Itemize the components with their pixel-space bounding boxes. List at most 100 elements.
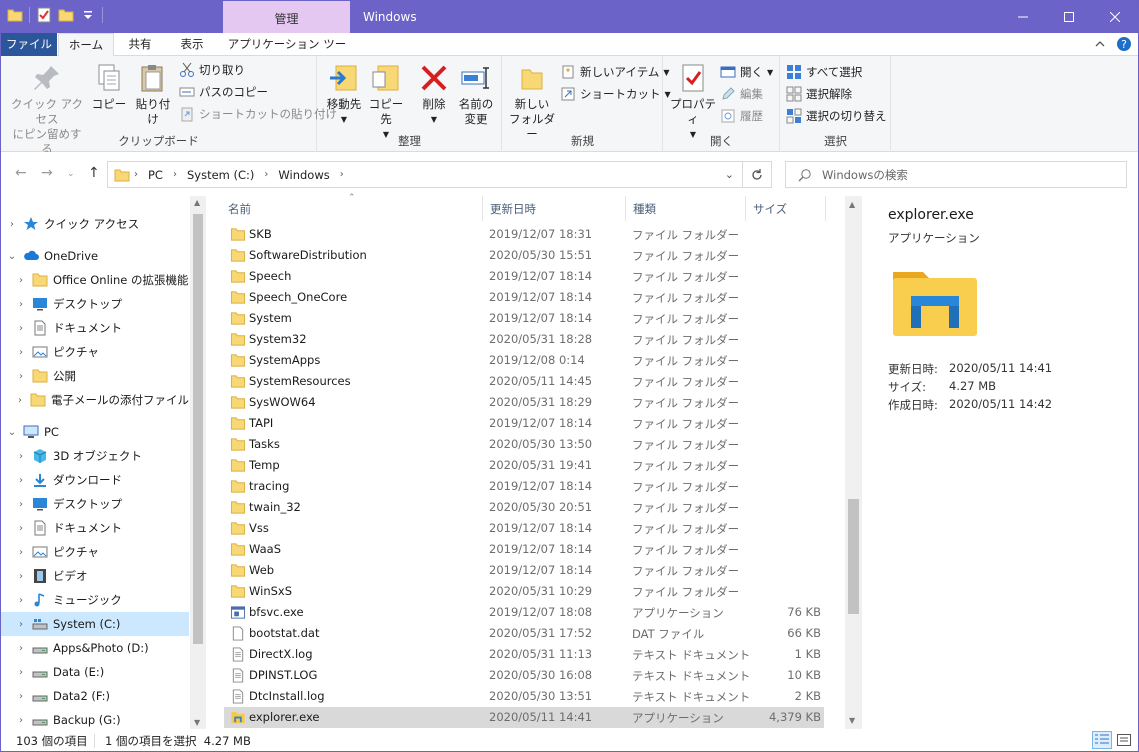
nav-item[interactable]: › Apps&Photo (D:) <box>1 636 189 660</box>
copy-to-button[interactable]: コピー先 ▼ <box>364 60 408 142</box>
file-row[interactable]: Speech 2019/12/07 18:14 ファイル フォルダー <box>224 266 824 287</box>
collapse-ribbon-icon[interactable] <box>1094 38 1106 50</box>
breadcrumb-windows[interactable]: Windows <box>272 168 335 182</box>
collapsed-chevron-icon[interactable]: › <box>15 371 27 382</box>
tab-application-tools[interactable]: アプリケーション ツール <box>225 33 349 73</box>
rename-button[interactable]: 名前の 変更 <box>454 60 498 127</box>
nav-item[interactable]: › ビデオ <box>1 564 189 588</box>
collapsed-chevron-icon[interactable]: › <box>6 219 18 230</box>
collapsed-chevron-icon[interactable]: › <box>15 595 27 606</box>
large-icons-view-button[interactable] <box>1114 731 1134 749</box>
invert-selection-button[interactable]: 選択の切り替え <box>786 106 887 126</box>
edit-button[interactable]: 編集 <box>720 84 763 104</box>
file-row[interactable]: SysWOW64 2020/05/31 18:29 ファイル フォルダー <box>224 392 824 413</box>
address-dropdown-icon[interactable]: ⌄ <box>725 168 734 181</box>
file-row[interactable]: DirectX.log 2020/05/31 11:13 テキスト ドキュメント 1 … <box>224 644 824 665</box>
column-header-name[interactable]: 名前 <box>221 196 483 221</box>
file-row[interactable]: SoftwareDistribution 2020/05/30 15:51 ファイル… <box>224 245 824 266</box>
nav-item[interactable]: › 3D オブジェクト <box>1 444 189 468</box>
select-all-button[interactable]: すべて選択 <box>786 62 862 82</box>
file-row[interactable]: SystemApps 2019/12/08 0:14 ファイル フォルダー <box>224 350 824 371</box>
collapsed-chevron-icon[interactable]: › <box>15 643 27 654</box>
maximize-button[interactable] <box>1046 1 1092 33</box>
collapsed-chevron-icon[interactable]: › <box>15 395 25 406</box>
file-list-scroll-thumb[interactable] <box>848 499 859 614</box>
paste-button[interactable]: 貼り付け <box>131 60 175 127</box>
file-row[interactable]: tracing 2019/12/07 18:14 ファイル フォルダー <box>224 476 824 497</box>
recent-locations-icon[interactable]: ⌄ <box>67 169 75 179</box>
breadcrumb-system-c[interactable]: System (C:) <box>181 168 260 182</box>
file-row[interactable]: DPINST.LOG 2020/05/30 16:08 テキスト ドキュメント 10 … <box>224 665 824 686</box>
copy-button[interactable]: コピー <box>90 60 128 112</box>
open-button[interactable]: 開く ▼ <box>720 62 773 82</box>
nav-item[interactable]: › ドキュメント <box>1 516 189 540</box>
cut-button[interactable]: 切り取り <box>179 60 245 80</box>
file-row[interactable]: WaaS 2019/12/07 18:14 ファイル フォルダー <box>224 539 824 560</box>
nav-item[interactable]: ⌄ OneDrive <box>1 244 189 268</box>
breadcrumb-pc[interactable]: PC <box>142 168 169 182</box>
file-row[interactable]: bootstat.dat 2020/05/31 17:52 DAT ファイル 66 K… <box>224 623 824 644</box>
file-row[interactable]: Vss 2019/12/07 18:14 ファイル フォルダー <box>224 518 824 539</box>
scroll-up-icon[interactable]: ▲ <box>194 198 200 207</box>
file-row[interactable]: Web 2019/12/07 18:14 ファイル フォルダー <box>224 560 824 581</box>
collapsed-chevron-icon[interactable]: › <box>15 667 27 678</box>
forward-icon[interactable]: → <box>41 165 53 181</box>
collapsed-chevron-icon[interactable]: › <box>15 299 27 310</box>
expanded-chevron-icon[interactable]: ⌄ <box>6 251 18 262</box>
customize-toolbar-icon[interactable] <box>80 7 96 23</box>
nav-item[interactable]: › ドキュメント <box>1 316 189 340</box>
search-box[interactable]: Windowsの検索 <box>785 161 1127 188</box>
file-row[interactable]: Tasks 2020/05/30 13:50 ファイル フォルダー <box>224 434 824 455</box>
collapsed-chevron-icon[interactable]: › <box>15 715 27 726</box>
collapsed-chevron-icon[interactable]: › <box>15 571 27 582</box>
close-button[interactable] <box>1092 1 1138 33</box>
file-row[interactable]: Speech_OneCore 2019/12/07 18:14 ファイル フォルダー <box>224 287 824 308</box>
delete-button[interactable]: 削除 ▼ <box>418 60 450 127</box>
collapsed-chevron-icon[interactable]: › <box>15 347 27 358</box>
file-row[interactable]: Temp 2020/05/31 19:41 ファイル フォルダー <box>224 455 824 476</box>
collapsed-chevron-icon[interactable]: › <box>15 691 27 702</box>
tab-share[interactable]: 共有 <box>117 33 163 56</box>
address-bar[interactable]: › PC › System (C:) › Windows › ⌄ <box>107 161 743 188</box>
nav-scrollbar[interactable]: ▲ ▼ <box>190 196 206 729</box>
select-none-button[interactable]: 選択解除 <box>786 84 852 104</box>
properties-button[interactable]: プロパティ ▼ <box>668 60 718 142</box>
tab-file[interactable]: ファイル <box>1 33 57 56</box>
nav-item[interactable]: › デスクトップ <box>1 292 189 316</box>
minimize-button[interactable] <box>1000 1 1046 33</box>
up-icon[interactable]: ↑ <box>88 165 100 181</box>
collapsed-chevron-icon[interactable]: › <box>15 451 27 462</box>
tab-view[interactable]: 表示 <box>167 33 217 56</box>
collapsed-chevron-icon[interactable]: › <box>15 499 27 510</box>
easy-access-button[interactable]: ショートカット ▼ <box>560 84 671 104</box>
collapsed-chevron-icon[interactable]: › <box>15 547 27 558</box>
nav-item[interactable]: › 公開 <box>1 364 189 388</box>
collapsed-chevron-icon[interactable]: › <box>15 523 27 534</box>
details-view-button[interactable] <box>1092 731 1112 749</box>
file-row[interactable]: TAPI 2019/12/07 18:14 ファイル フォルダー <box>224 413 824 434</box>
file-row[interactable]: explorer.exe 2020/05/11 14:41 アプリケーション 4,37… <box>224 707 824 728</box>
file-row[interactable]: bfsvc.exe 2019/12/07 18:08 アプリケーション 76 KB <box>224 602 824 623</box>
nav-item[interactable]: › Backup (G:) <box>1 708 189 729</box>
folder-icon[interactable] <box>7 7 23 23</box>
move-to-button[interactable]: 移動先 ▼ <box>322 60 366 127</box>
tab-home[interactable]: ホーム <box>58 33 114 57</box>
new-item-button[interactable]: 新しいアイテム ▼ <box>560 62 670 82</box>
nav-item[interactable]: ⌄ PC <box>1 420 189 444</box>
refresh-button[interactable] <box>742 161 772 188</box>
file-row[interactable]: SystemResources 2020/05/11 14:45 ファイル フォルダ… <box>224 371 824 392</box>
copy-path-button[interactable]: パスのコピー <box>179 82 268 102</box>
file-row[interactable]: twain_32 2020/05/30 20:51 ファイル フォルダー <box>224 497 824 518</box>
nav-item[interactable]: › ミュージック <box>1 588 189 612</box>
manage-contextual-tab[interactable]: 管理 <box>223 1 350 33</box>
collapsed-chevron-icon[interactable]: › <box>15 475 27 486</box>
history-button[interactable]: 履歴 <box>720 106 763 126</box>
nav-item[interactable]: › System (C:) <box>1 612 189 636</box>
file-row[interactable]: WinSxS 2020/05/31 10:29 ファイル フォルダー <box>224 581 824 602</box>
nav-item[interactable]: › ピクチャ <box>1 540 189 564</box>
nav-scroll-thumb[interactable] <box>193 214 203 644</box>
nav-item[interactable]: › Data2 (F:) <box>1 684 189 708</box>
collapsed-chevron-icon[interactable]: › <box>15 275 27 286</box>
scroll-up-icon[interactable]: ▲ <box>849 200 855 209</box>
nav-item[interactable]: › クイック アクセス <box>1 212 189 236</box>
